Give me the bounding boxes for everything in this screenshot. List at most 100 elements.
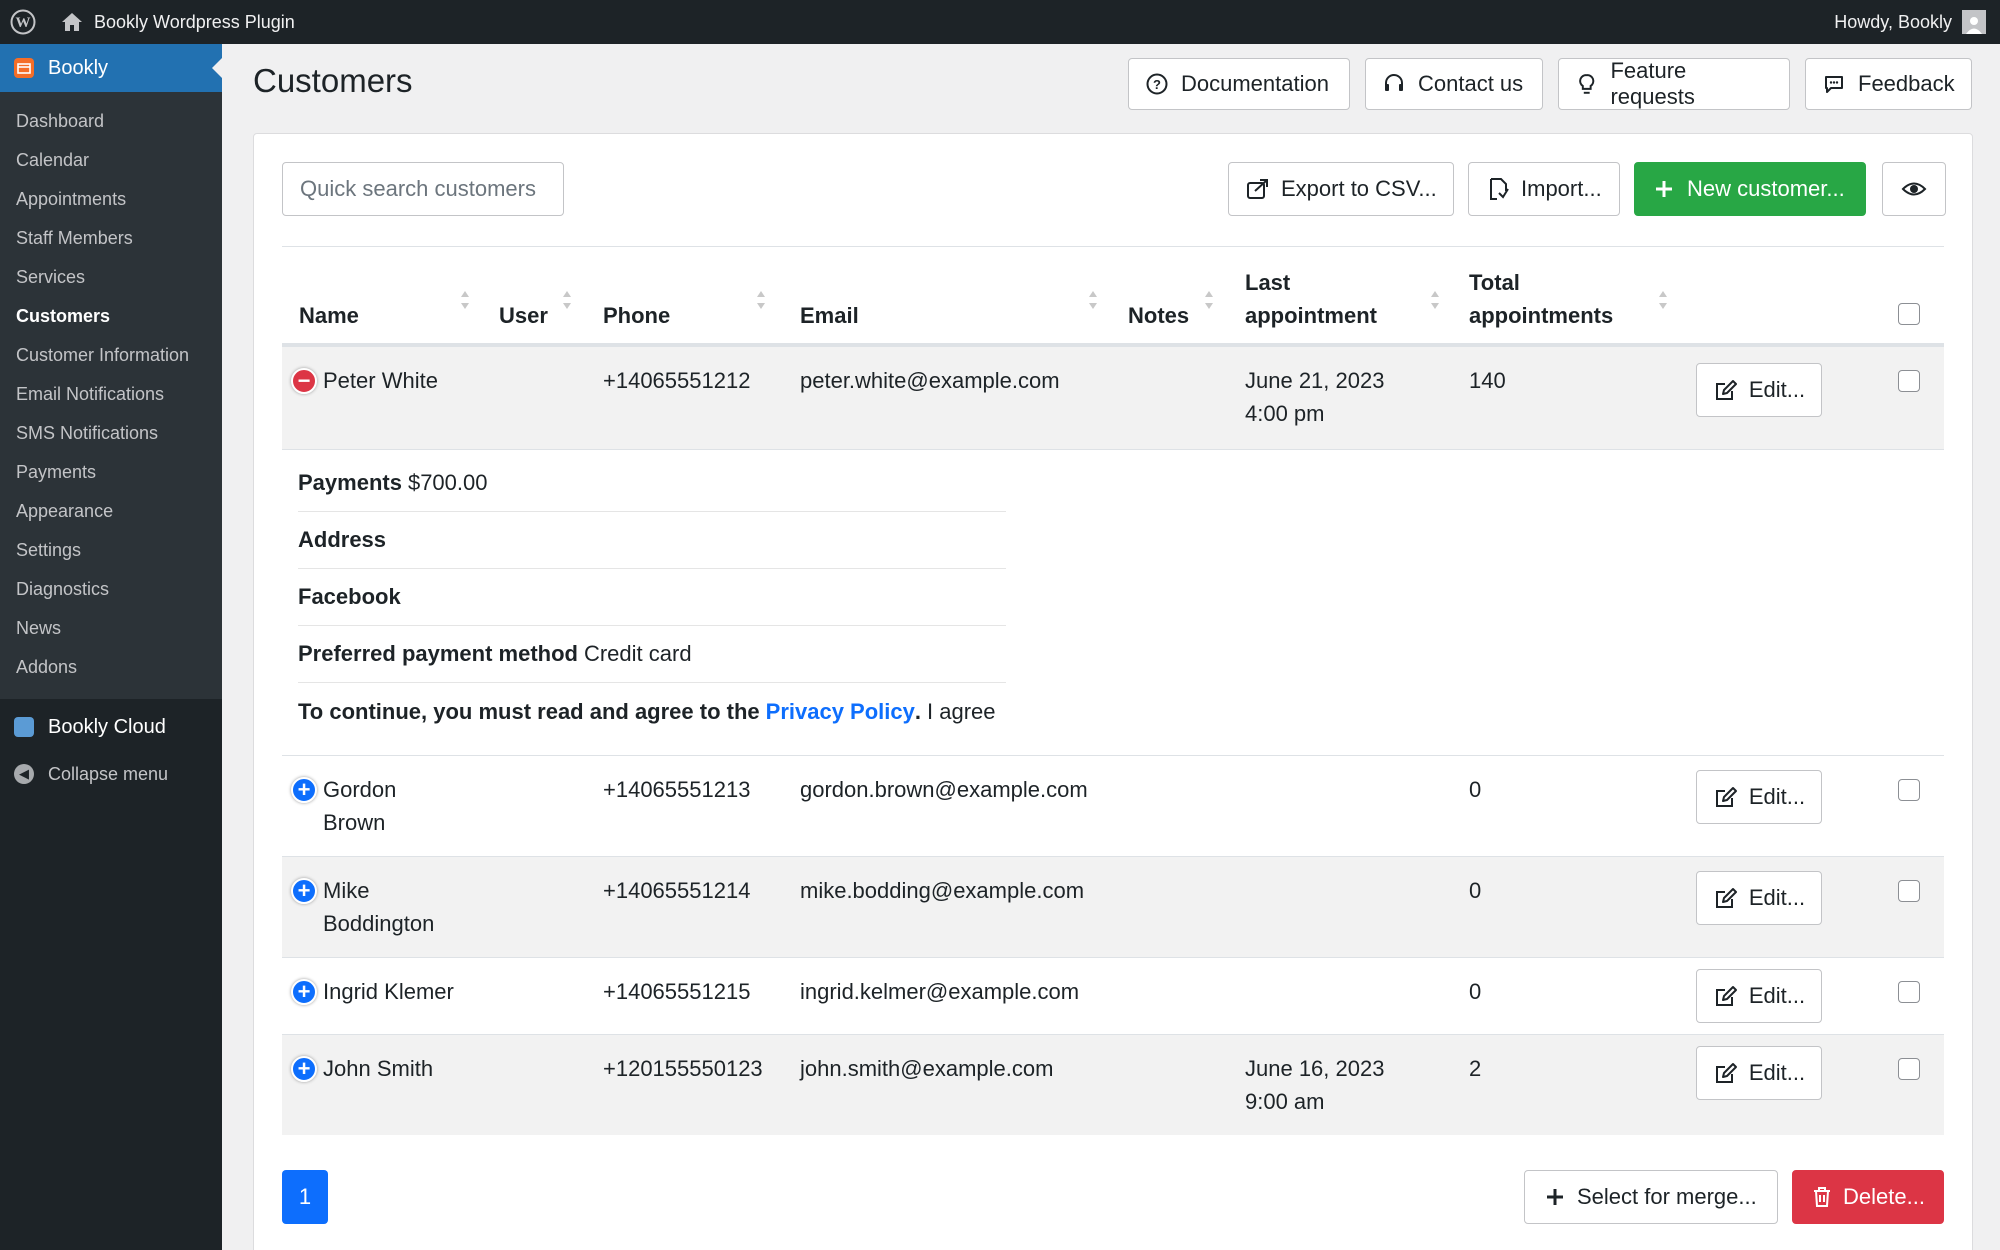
page-title: Customers bbox=[253, 62, 413, 99]
sidebar-item-appointments[interactable]: Appointments bbox=[0, 180, 222, 219]
table-row[interactable]: + Ingrid Klemer +14065551215 ingrid.kelm… bbox=[282, 957, 1944, 1034]
header-line: Total bbox=[1469, 270, 1520, 295]
sidebar-item-sms-notifications[interactable]: SMS Notifications bbox=[0, 414, 222, 453]
details-label: Preferred payment method bbox=[298, 641, 578, 666]
column-header-phone[interactable]: Phone bbox=[603, 299, 670, 332]
last-appointment-date: June 16, 2023 bbox=[1245, 1056, 1385, 1081]
column-header-email[interactable]: Email bbox=[800, 299, 859, 332]
sidebar-item-bookly[interactable]: Bookly bbox=[0, 44, 222, 92]
feedback-button[interactable]: Feedback bbox=[1805, 58, 1972, 110]
delete-button[interactable]: Delete... bbox=[1792, 1170, 1944, 1224]
select-for-merge-button[interactable]: Select for merge... bbox=[1524, 1170, 1778, 1224]
column-header-notes[interactable]: Notes bbox=[1128, 299, 1189, 332]
sidebar-item-bookly-cloud[interactable]: Bookly Cloud bbox=[0, 703, 222, 751]
wordpress-logo-icon[interactable]: W bbox=[0, 0, 46, 44]
sidebar-item-payments[interactable]: Payments bbox=[0, 453, 222, 492]
sidebar-item-diagnostics[interactable]: Diagnostics bbox=[0, 570, 222, 609]
column-header-user[interactable]: User bbox=[499, 299, 548, 332]
details-value: Credit card bbox=[583, 641, 692, 666]
details-label: Payments bbox=[298, 470, 402, 495]
sidebar-item-customer-information[interactable]: Customer Information bbox=[0, 336, 222, 375]
last-appointment-time: 4:00 pm bbox=[1245, 401, 1325, 426]
customer-name: John Smith bbox=[323, 1056, 434, 1081]
edit-button[interactable]: Edit... bbox=[1696, 770, 1822, 824]
table-row[interactable]: + Gordon Brown +14065551213 gordon.brown… bbox=[282, 755, 1944, 856]
customer-email: gordon.brown@example.com bbox=[800, 777, 1088, 802]
sidebar-item-settings[interactable]: Settings bbox=[0, 531, 222, 570]
row-checkbox[interactable] bbox=[1898, 880, 1920, 902]
admin-bar: W Bookly Wordpress Plugin Howdy, Bookly bbox=[0, 0, 2000, 44]
expand-row-icon[interactable]: + bbox=[291, 878, 317, 904]
customer-phone: +14065551215 bbox=[603, 979, 751, 1004]
contact-us-button[interactable]: Contact us bbox=[1365, 58, 1543, 110]
export-csv-button[interactable]: Export to CSV... bbox=[1228, 162, 1454, 216]
plus-icon bbox=[1656, 181, 1672, 197]
collapse-row-icon[interactable]: − bbox=[291, 368, 317, 394]
total-appointments: 0 bbox=[1469, 878, 1482, 903]
collapse-menu-button[interactable]: ◀ Collapse menu bbox=[0, 751, 222, 797]
table-row[interactable]: − Peter White +14065551212 peter.white@e… bbox=[282, 346, 1944, 449]
svg-text:?: ? bbox=[1153, 77, 1161, 92]
row-checkbox[interactable] bbox=[1898, 1058, 1920, 1080]
sidebar-item-news[interactable]: News bbox=[0, 609, 222, 648]
sidebar-item-addons[interactable]: Addons bbox=[0, 648, 222, 687]
row-checkbox[interactable] bbox=[1898, 981, 1920, 1003]
row-checkbox[interactable] bbox=[1898, 779, 1920, 801]
privacy-policy-link[interactable]: Privacy Policy bbox=[766, 699, 915, 725]
feedback-label: Feedback bbox=[1858, 71, 1955, 96]
import-button[interactable]: Import... bbox=[1468, 162, 1620, 216]
sidebar-item-calendar[interactable]: Calendar bbox=[0, 141, 222, 180]
sidebar-item-label: Bookly Cloud bbox=[48, 715, 166, 738]
expand-row-icon[interactable]: + bbox=[291, 1056, 317, 1082]
customer-phone: +14065551213 bbox=[603, 777, 751, 802]
documentation-button[interactable]: ? Documentation bbox=[1128, 58, 1350, 110]
search-input[interactable]: Quick search customers bbox=[282, 162, 564, 216]
edit-button[interactable]: Edit... bbox=[1696, 871, 1822, 925]
sidebar-item-label: Bookly bbox=[48, 56, 109, 79]
row-checkbox[interactable] bbox=[1898, 370, 1920, 392]
name-line: Brown bbox=[323, 810, 386, 835]
expand-row-icon[interactable]: + bbox=[291, 777, 317, 803]
sort-icon bbox=[1205, 291, 1213, 309]
sidebar-item-staff-members[interactable]: Staff Members bbox=[0, 219, 222, 258]
table-row[interactable]: + Mike Boddington +14065551214 mike.bodd… bbox=[282, 856, 1944, 957]
site-name-link[interactable]: Bookly Wordpress Plugin bbox=[60, 11, 295, 33]
table-row[interactable]: + John Smith +120155550123 john.smith@ex… bbox=[282, 1034, 1944, 1135]
customer-phone: +14065551214 bbox=[603, 878, 751, 903]
new-customer-button[interactable]: New customer... bbox=[1634, 162, 1866, 216]
account-menu[interactable]: Howdy, Bookly bbox=[1834, 0, 1986, 44]
column-visibility-button[interactable] bbox=[1882, 162, 1946, 216]
sidebar-item-services[interactable]: Services bbox=[0, 258, 222, 297]
customers-table: Name User Phone Email Notes Last appoint… bbox=[282, 246, 1944, 1135]
pagination-page-1[interactable]: 1 bbox=[282, 1170, 328, 1224]
details-label: Address bbox=[298, 527, 387, 552]
lightbulb-icon bbox=[1579, 74, 1595, 94]
column-header-last-appointment[interactable]: Last appointment bbox=[1245, 266, 1377, 332]
edit-label: Edit... bbox=[1748, 983, 1806, 1008]
customer-name: Mike Boddington bbox=[323, 874, 434, 940]
edit-icon bbox=[1715, 986, 1737, 1006]
column-header-total-appointments[interactable]: Total appointments bbox=[1469, 266, 1613, 332]
export-label: Export to CSV... bbox=[1281, 176, 1437, 201]
customer-phone: +14065551212 bbox=[603, 368, 751, 393]
expand-row-icon[interactable]: + bbox=[291, 979, 317, 1005]
column-header-name[interactable]: Name bbox=[299, 299, 359, 332]
collapse-menu-label: Collapse menu bbox=[48, 763, 169, 784]
details-privacy: To continue, you must read and agree to … bbox=[298, 683, 1006, 740]
sidebar-item-email-notifications[interactable]: Email Notifications bbox=[0, 375, 222, 414]
last-appointment-time: 9:00 am bbox=[1245, 1089, 1325, 1114]
total-appointments: 140 bbox=[1469, 368, 1506, 393]
sidebar-item-appearance[interactable]: Appearance bbox=[0, 492, 222, 531]
sidebar-item-dashboard[interactable]: Dashboard bbox=[0, 102, 222, 141]
feature-requests-button[interactable]: Feature requests bbox=[1558, 58, 1790, 110]
edit-button[interactable]: Edit... bbox=[1696, 363, 1822, 417]
select-all-checkbox[interactable] bbox=[1898, 303, 1920, 325]
feature-requests-label: Feature requests bbox=[1610, 58, 1695, 109]
edit-button[interactable]: Edit... bbox=[1696, 1046, 1822, 1100]
edit-button[interactable]: Edit... bbox=[1696, 969, 1822, 1023]
plus-icon bbox=[1547, 1189, 1563, 1205]
sort-icon bbox=[1089, 291, 1097, 309]
header-line: Last bbox=[1245, 270, 1291, 295]
bookly-icon bbox=[14, 58, 34, 78]
sidebar-item-customers[interactable]: Customers bbox=[0, 297, 222, 336]
